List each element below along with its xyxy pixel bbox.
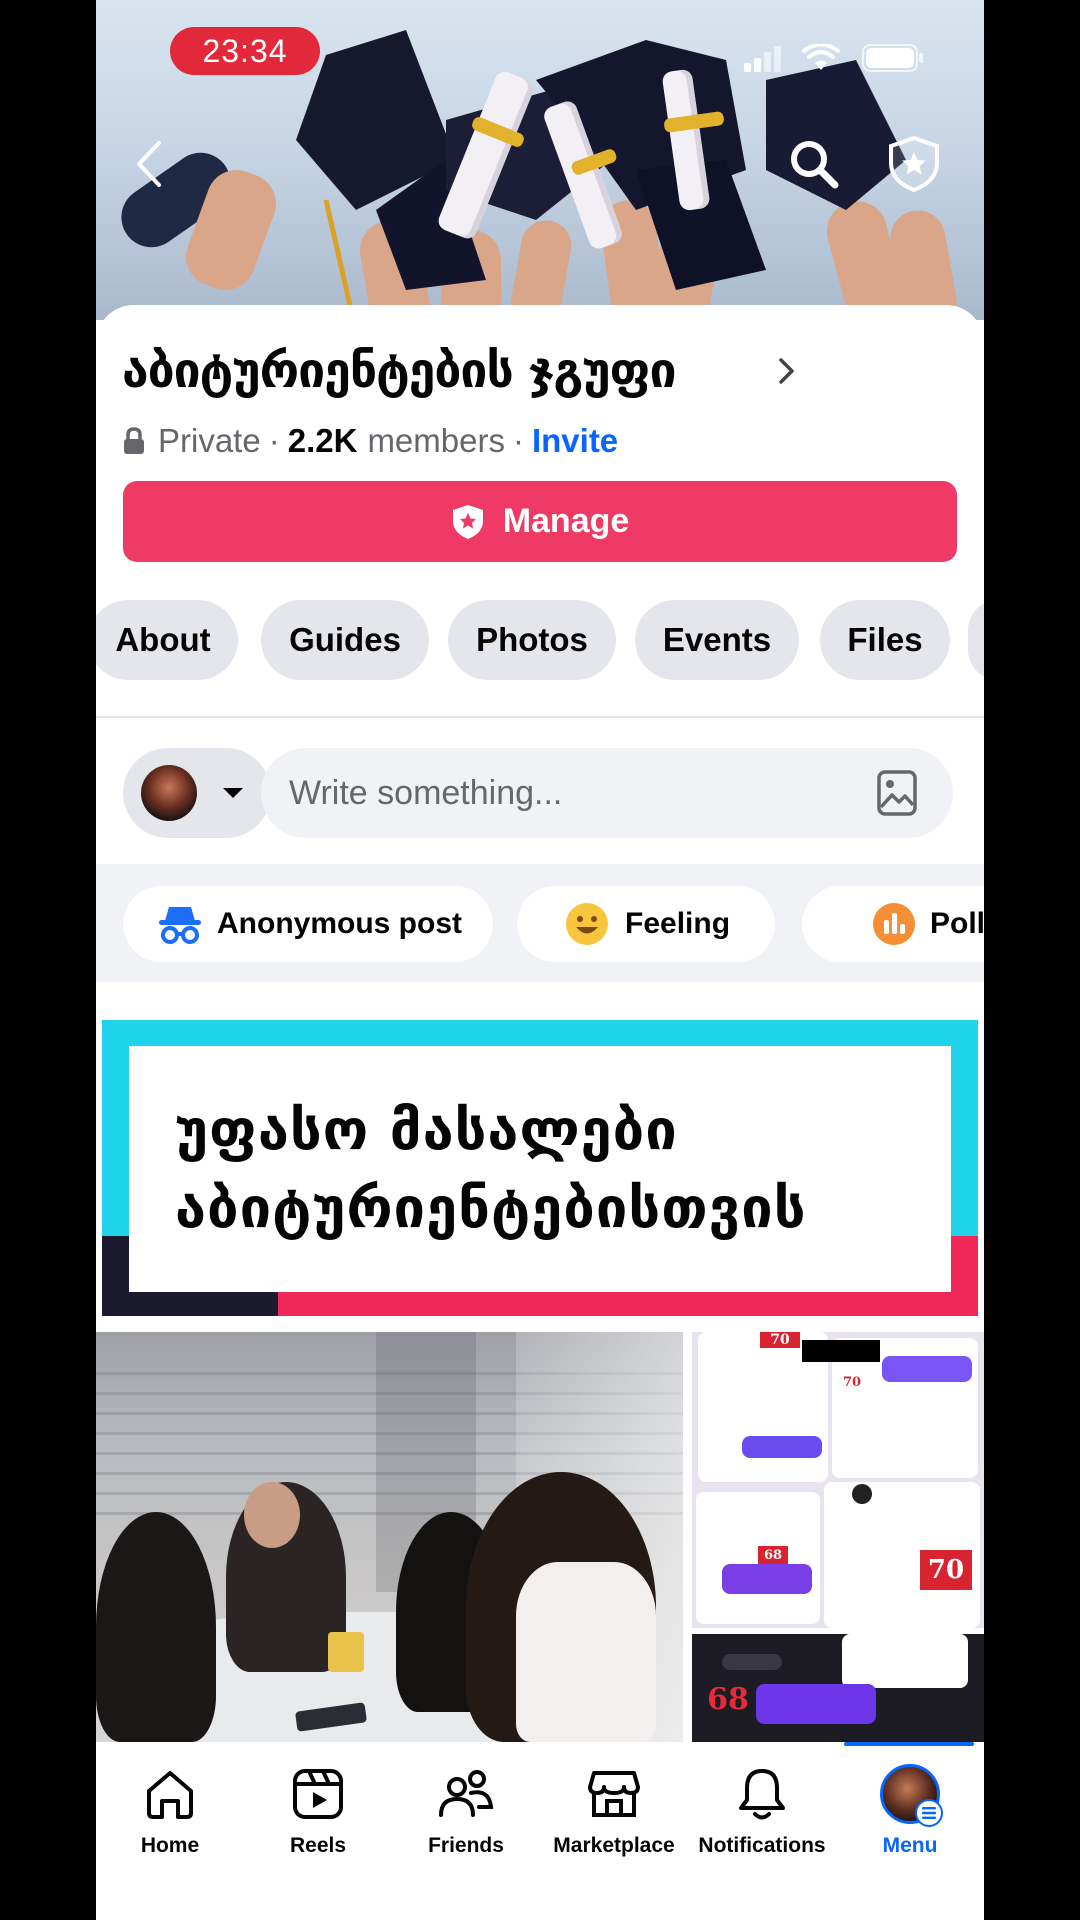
tab-photos[interactable]: Photos	[448, 600, 616, 680]
nav-home[interactable]: Home	[96, 1764, 244, 1884]
tab-more[interactable]	[968, 600, 984, 680]
group-title[interactable]: აბიტურიენტების ჯგუფი	[122, 343, 677, 399]
smile-icon	[566, 903, 608, 945]
composer-shortcuts: Anonymous post Feeling Poll	[96, 864, 984, 982]
nav-menu[interactable]: Menu	[836, 1764, 984, 1884]
home-icon	[147, 1771, 193, 1819]
manage-button[interactable]: Manage	[123, 481, 957, 562]
battery-icon	[862, 44, 923, 72]
post-photo-chat-screenshot-dark[interactable]: 68	[692, 1634, 984, 1742]
tab-events[interactable]: Events	[635, 600, 799, 680]
lock-icon	[124, 427, 144, 454]
poll-icon	[873, 903, 915, 945]
admin-shield-icon	[889, 135, 939, 193]
search-button[interactable]	[782, 132, 846, 196]
shield-star-icon	[452, 504, 483, 539]
cover-photo: 23:34	[96, 0, 984, 320]
bottom-nav: Home Reels Friends Marketplace Notificat…	[96, 1744, 984, 1920]
privacy-label: Private	[158, 422, 261, 459]
tab-files[interactable]: Files	[820, 600, 950, 680]
menu-icon	[922, 1807, 936, 1819]
feeling-chip[interactable]: Feeling	[517, 886, 775, 962]
admin-tools-button[interactable]	[882, 132, 946, 196]
member-count: 2.2K	[287, 422, 358, 459]
back-icon	[137, 141, 161, 187]
group-tabs: About Guides Photos Events Files	[96, 600, 984, 682]
screen: 23:34 აბიტურიენტების ჯგუფი Private · 2.2…	[96, 0, 984, 1920]
nav-friends[interactable]: Friends	[392, 1764, 540, 1884]
anonymous-post-chip[interactable]: Anonymous post	[123, 886, 493, 962]
signal-icon	[744, 46, 781, 72]
active-tab-indicator	[844, 1742, 974, 1746]
avatar	[880, 1764, 943, 1827]
marketplace-icon	[588, 1771, 640, 1817]
poll-label: Poll	[930, 907, 984, 940]
avatar	[141, 765, 197, 821]
post-photo-students[interactable]	[96, 1332, 683, 1742]
nav-marketplace[interactable]: Marketplace	[540, 1764, 688, 1884]
caret-down-icon	[223, 788, 243, 798]
invite-link[interactable]: Invite	[532, 422, 618, 460]
manage-label: Manage	[502, 502, 630, 540]
nav-notifications[interactable]: Notifications	[688, 1764, 836, 1884]
post-banner-image[interactable]: უფასო მასალები აბიტურიენტებისთვის	[102, 1020, 978, 1316]
anonymous-post-label: Anonymous post	[217, 907, 462, 940]
search-icon	[791, 141, 839, 189]
incognito-icon	[159, 907, 201, 944]
post-as-selector[interactable]	[123, 748, 271, 838]
tab-guides[interactable]: Guides	[261, 600, 429, 680]
reels-icon	[293, 1769, 343, 1819]
poll-chip[interactable]: Poll	[802, 886, 984, 962]
bell-icon	[739, 1769, 785, 1820]
composer-input[interactable]: Write something...	[261, 748, 953, 838]
back-button[interactable]	[116, 132, 180, 196]
wifi-icon	[802, 44, 840, 70]
feeling-label: Feeling	[625, 907, 731, 940]
divider	[96, 716, 984, 718]
group-meta: Private · 2.2K members · Invite	[122, 418, 618, 464]
friends-icon	[439, 1770, 494, 1817]
banner-text: უფასო მასალები აბიტურიენტებისთვის	[175, 1098, 807, 1241]
nav-reels[interactable]: Reels	[244, 1764, 392, 1884]
post-photo-chat-screenshots[interactable]: 70 70 68 70	[692, 1332, 984, 1628]
chevron-right-icon[interactable]	[776, 356, 798, 386]
photo-icon[interactable]	[876, 769, 918, 817]
members-label: members	[367, 422, 505, 459]
status-time: 23:34	[170, 27, 320, 75]
tab-about[interactable]: About	[96, 600, 238, 680]
